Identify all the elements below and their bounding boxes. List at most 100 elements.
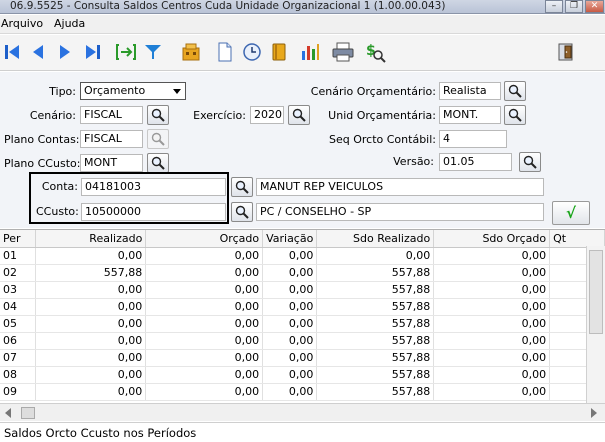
minimize-button[interactable]: – — [545, 0, 563, 13]
table-cell: 0,00 — [35, 332, 147, 350]
first-record-icon[interactable] — [2, 41, 24, 63]
table-cell: 0,00 — [145, 298, 264, 316]
balances-grid: Per Realizado Orçado Variação Sdo Realiz… — [0, 229, 605, 403]
close-button[interactable]: ✕ — [585, 0, 604, 13]
exercicio-field[interactable]: 2020 — [250, 106, 284, 124]
table-cell: 0,00 — [35, 247, 147, 265]
restore-button[interactable]: ❐ — [565, 0, 583, 13]
table-cell: 07 — [0, 349, 37, 367]
conta-description: MANUT REP VEICULOS — [256, 178, 544, 196]
money-search-icon[interactable]: $ — [364, 41, 386, 63]
column-header[interactable]: Sdo Orçado — [433, 230, 551, 248]
scroll-right-icon — [591, 408, 597, 418]
organization-icon[interactable] — [180, 41, 202, 63]
table-cell: 0,00 — [145, 315, 264, 333]
horizontal-scrollbar[interactable] — [0, 403, 605, 421]
table-cell: 557,88 — [316, 349, 435, 367]
column-header[interactable]: Sdo Realizado — [316, 230, 435, 248]
table-cell: 0,00 — [433, 298, 551, 316]
table-cell: 557,88 — [316, 383, 435, 401]
scroll-thumb[interactable] — [21, 407, 35, 419]
table-row[interactable]: 01 0,00 0,00 0,00 0,00 0,00 — [0, 247, 605, 265]
table-cell: 0,00 — [145, 332, 264, 350]
search-icon — [235, 180, 249, 194]
balances-table: Per Realizado Orçado Variação Sdo Realiz… — [0, 230, 605, 401]
tipo-select[interactable]: Orçamento — [80, 82, 186, 100]
menu-bar: Arquivo Ajuda — [0, 15, 605, 34]
column-header[interactable]: Qt — [549, 230, 605, 248]
table-cell: 0,00 — [433, 247, 551, 265]
plano-contas-field[interactable]: FISCAL — [80, 130, 143, 148]
table-cell: 0,00 — [35, 315, 147, 333]
book-icon[interactable] — [268, 41, 290, 63]
column-header[interactable]: Orçado — [145, 230, 264, 248]
cenario-field[interactable]: FISCAL — [80, 106, 143, 124]
unid-orc-search-button[interactable] — [504, 105, 526, 125]
table-cell: 0,00 — [262, 298, 318, 316]
ccusto-field[interactable]: 10500000 — [81, 203, 226, 221]
confirm-button[interactable]: √ — [552, 201, 590, 225]
last-record-icon[interactable] — [81, 41, 103, 63]
plano-contas-search-button[interactable] — [147, 129, 169, 149]
table-row[interactable]: 09 0,00 0,00 0,00 557,88 0,00 — [0, 383, 605, 401]
column-header[interactable]: Per — [0, 230, 37, 248]
table-row[interactable]: 05 0,00 0,00 0,00 557,88 0,00 — [0, 315, 605, 333]
versao-field[interactable]: 01.05 — [439, 153, 512, 171]
table-row[interactable]: 04 0,00 0,00 0,00 557,88 0,00 — [0, 298, 605, 316]
title-bar: 06.9.5525 - Consulta Saldos Centros Cuda… — [0, 0, 605, 14]
conta-label: Conta: — [41, 180, 78, 193]
table-row[interactable]: 08 0,00 0,00 0,00 557,88 0,00 — [0, 366, 605, 384]
window-title: 06.9.5525 - Consulta Saldos Centros Cuda… — [10, 0, 446, 12]
unid-orc-field[interactable]: MONT. — [439, 106, 501, 124]
column-header[interactable]: Variação — [262, 230, 318, 248]
clock-icon[interactable] — [241, 41, 263, 63]
plano-ccusto-search-button[interactable] — [147, 153, 169, 173]
table-cell: 557,88 — [316, 366, 435, 384]
chart-icon[interactable] — [299, 41, 321, 63]
search-icon — [508, 108, 522, 122]
conta-search-button[interactable] — [231, 177, 253, 197]
table-cell: 557,88 — [316, 332, 435, 350]
menu-arquivo[interactable]: Arquivo — [1, 17, 43, 30]
vertical-scrollbar[interactable] — [586, 246, 605, 403]
table-cell: 0,00 — [35, 281, 147, 299]
plano-ccusto-field[interactable]: MONT — [80, 154, 143, 172]
previous-record-icon[interactable] — [27, 41, 49, 63]
column-header[interactable]: Realizado — [35, 230, 147, 248]
print-icon[interactable] — [332, 41, 354, 63]
ccusto-search-button[interactable] — [231, 202, 253, 222]
filter-icon[interactable] — [142, 41, 164, 63]
next-record-icon[interactable] — [54, 41, 76, 63]
table-cell: 0,00 — [145, 366, 264, 384]
versao-label: Versão: — [393, 155, 434, 168]
toolbar: $ — [0, 35, 605, 71]
exit-icon[interactable] — [555, 41, 577, 63]
goto-icon[interactable] — [115, 41, 137, 63]
new-document-icon[interactable] — [214, 41, 236, 63]
cenario-orc-field[interactable]: Realista — [439, 82, 501, 100]
table-cell: 0,00 — [433, 315, 551, 333]
conta-field[interactable]: 04181003 — [81, 178, 226, 196]
seq-orcto-field[interactable]: 4 — [439, 130, 507, 148]
menu-ajuda[interactable]: Ajuda — [54, 17, 85, 30]
status-bar: Saldos Orcto Ccusto nos Períodos — [0, 422, 605, 442]
cenario-search-button[interactable] — [147, 105, 169, 125]
table-row[interactable]: 07 0,00 0,00 0,00 557,88 0,00 — [0, 349, 605, 367]
table-cell: 0,00 — [433, 332, 551, 350]
table-row[interactable]: 06 0,00 0,00 0,00 557,88 0,00 — [0, 332, 605, 350]
table-cell: 0,00 — [35, 349, 147, 367]
table-cell: 557,88 — [316, 281, 435, 299]
table-row[interactable]: 03 0,00 0,00 0,00 557,88 0,00 — [0, 281, 605, 299]
status-text: Saldos Orcto Ccusto nos Períodos — [4, 426, 197, 440]
table-cell: 04 — [0, 298, 37, 316]
table-row[interactable]: 02 557,88 0,00 0,00 557,88 0,00 — [0, 264, 605, 282]
cenario-orc-search-button[interactable] — [504, 81, 526, 101]
table-cell: 05 — [0, 315, 37, 333]
scroll-thumb[interactable] — [589, 250, 603, 334]
versao-search-button[interactable] — [519, 152, 541, 172]
table-cell: 02 — [0, 264, 37, 282]
tipo-label: Tipo: — [49, 85, 76, 98]
table-cell: 0,00 — [262, 332, 318, 350]
table-cell: 0,00 — [433, 366, 551, 384]
table-cell: 0,00 — [433, 281, 551, 299]
